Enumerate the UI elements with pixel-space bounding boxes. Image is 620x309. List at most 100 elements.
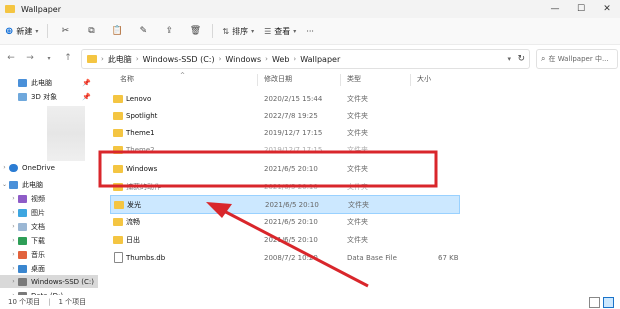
chevron-down-icon[interactable]: ▾ [507,55,511,63]
sidebar-item-pictures[interactable]: › 图片 [9,206,45,219]
folder-icon [5,5,15,13]
chevron-right-icon[interactable]: › [0,164,9,171]
column-header-type[interactable]: 类型 [347,74,361,86]
folder-icon [113,94,123,103]
sidebar-item-onedrive[interactable]: › OneDrive [0,161,55,174]
copy-icon[interactable]: ⧉ [83,23,99,39]
file-name: 日出 [126,235,140,244]
file-row[interactable]: 捕获的动作 2021/6/5 20:10 文件夹 [110,178,458,195]
file-row[interactable]: Windows 2021/6/5 20:10 文件夹 [110,160,458,177]
file-date: 2021/6/5 20:10 [264,164,318,173]
close-button[interactable]: ✕ [594,0,620,18]
chevron-down-icon: ▾ [251,27,255,35]
new-label: 新建 [16,26,33,36]
view-button[interactable]: ☰ 查看 ▾ [259,21,301,41]
file-type: 文件夹 [347,182,368,191]
divider [410,74,411,86]
details-view-icon[interactable] [589,297,600,308]
sidebar-item-documents[interactable]: › 文档 [9,220,45,233]
file-type: 文件夹 [347,128,368,137]
document-icon [18,222,27,231]
sidebar-item-label: 此电脑 [22,180,43,189]
file-row[interactable]: Theme2 2019/12/7 17:15 文件夹 [110,141,458,158]
file-date: 2021/6/5 20:10 [264,182,318,191]
file-name: Theme2 [126,145,155,154]
chevron-right-icon[interactable]: › [9,237,18,244]
column-header-size[interactable]: 大小 [417,74,431,86]
chevron-right-icon[interactable]: › [9,209,18,216]
breadcrumb-wallpaper[interactable]: Wallpaper [300,55,340,64]
chevron-down-icon: ▾ [35,27,39,35]
sidebar-item-this-pc[interactable]: ⌄ 此电脑 [0,178,43,191]
file-row[interactable]: 日出 2021/6/5 20:10 文件夹 [110,231,458,248]
chevron-right-icon[interactable]: › [9,195,18,202]
cut-icon[interactable]: ✂ [57,23,73,39]
blurred-region [47,106,85,161]
column-header-name[interactable]: 名称 [120,74,134,86]
tiles-view-icon[interactable] [603,297,614,308]
file-date: 2008/7/2 10:20 [264,253,318,262]
more-button[interactable]: ··· [301,21,319,41]
folder-icon [114,200,124,209]
file-row[interactable]: Thumbs.db 2008/7/2 10:20 Data Base File … [110,249,459,266]
divider: | [48,298,51,306]
sidebar-item-label: 此电脑 [31,78,52,87]
sidebar-item-this-pc-pinned[interactable]: 此电脑 📌 [0,76,91,89]
column-header-date[interactable]: 修改日期 [264,74,292,86]
selected-count: 1 个项目 [58,298,87,306]
address-bar[interactable]: › 此电脑 › Windows-SSD (C:) › Windows › Web… [81,49,530,69]
breadcrumb-web[interactable]: Web [272,55,289,64]
sort-icon: ⇅ [222,26,230,36]
3d-objects-icon [18,92,27,101]
chevron-right-icon[interactable]: › [9,223,18,230]
file-date: 2021/6/5 20:10 [264,217,318,226]
search-input[interactable]: ⌕ 在 Wallpaper 中... [536,49,618,69]
plus-icon: ⊕ [5,25,14,37]
breadcrumb-this-pc[interactable]: 此电脑 [108,54,132,65]
forward-icon[interactable]: → [22,50,38,66]
minimize-button[interactable]: — [542,0,568,18]
recent-chevron-icon[interactable]: ▾ [41,50,57,66]
file-row-selected[interactable]: 发光 2021/6/5 20:10 文件夹 [110,195,460,214]
file-date: 2021/6/5 20:10 [265,200,319,209]
breadcrumb-windows[interactable]: Windows [225,55,261,64]
file-row[interactable]: Lenovo 2020/2/15 15:44 文件夹 [110,90,458,107]
sidebar-item-videos[interactable]: › 视频 [9,192,45,205]
computer-icon [9,180,18,189]
sidebar-item-desktop[interactable]: › 桌面 [9,262,45,275]
file-date: 2019/12/7 17:15 [264,128,323,137]
rename-icon[interactable]: ✎ [135,23,151,39]
view-label: 查看 [274,26,291,36]
chevron-right-icon[interactable]: › [9,265,18,272]
sidebar-item-3d-objects[interactable]: 3D 对象 📌 [0,90,91,103]
folder-icon [113,145,123,154]
paste-icon[interactable]: 📋 [109,23,125,39]
file-date: 2020/2/15 15:44 [264,94,323,103]
maximize-button[interactable]: ☐ [568,0,594,18]
folder-icon [113,128,123,137]
folder-icon [113,111,123,120]
file-date: 2019/12/7 17:15 [264,145,323,154]
breadcrumb-c-drive[interactable]: Windows-SSD (C:) [143,55,215,64]
back-icon[interactable]: ← [3,50,19,66]
share-icon[interactable]: ⇪ [161,23,177,39]
sidebar-item-downloads[interactable]: › 下载 [9,234,45,247]
delete-icon[interactable]: 🗑 [187,23,203,39]
file-row[interactable]: 流畅 2021/6/5 20:10 文件夹 [110,213,458,230]
file-name: 捕获的动作 [126,182,161,191]
chevron-right-icon[interactable]: › [9,251,18,258]
sidebar-item-c-drive[interactable]: › Windows-SSD (C:) [0,275,98,288]
chevron-right-icon[interactable]: › [9,278,18,285]
new-button[interactable]: ⊕ 新建 ▾ [0,21,43,41]
sort-button[interactable]: ⇅ 排序 ▾ [217,21,259,41]
chevron-right-icon: › [293,55,297,63]
sidebar-item-label: 音乐 [31,250,45,259]
up-icon[interactable]: ↑ [60,50,76,66]
refresh-icon[interactable]: ↻ [517,54,525,64]
file-type: 文件夹 [347,164,368,173]
divider [257,74,258,86]
chevron-down-icon[interactable]: ⌄ [0,181,9,188]
file-row[interactable]: Theme1 2019/12/7 17:15 文件夹 [110,124,458,141]
sidebar-item-music[interactable]: › 音乐 [9,248,45,261]
file-row[interactable]: Spotlight 2022/7/8 19:25 文件夹 [110,107,458,124]
